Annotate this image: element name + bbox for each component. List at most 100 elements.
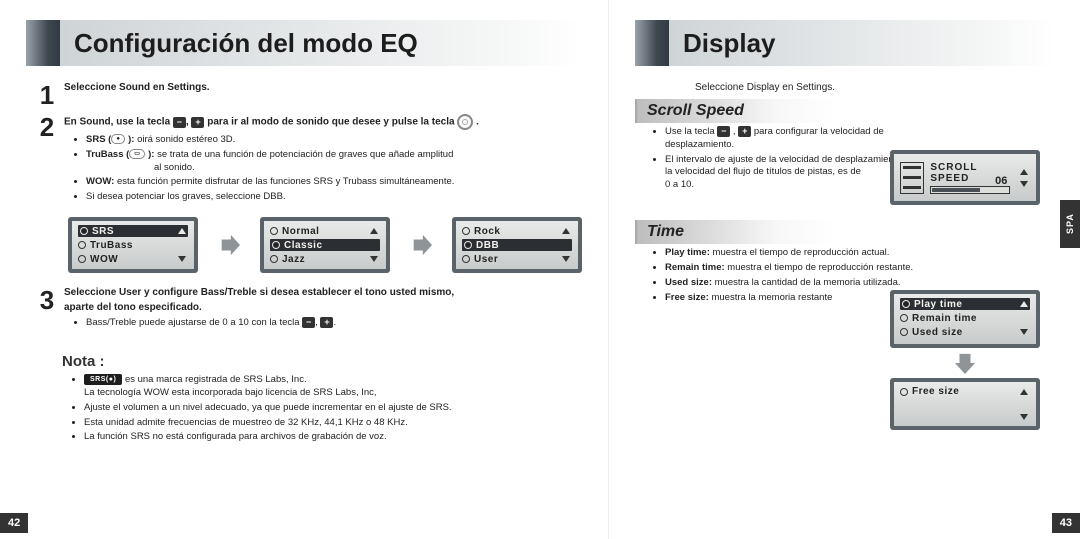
page-43: Display Seleccione Display en Settings. …	[609, 0, 1080, 539]
page-title-right: Display	[669, 20, 1054, 66]
radio-on-icon	[272, 241, 280, 249]
down-arrow-icon	[370, 256, 378, 262]
down-arrow-icon	[1020, 181, 1028, 187]
lcd-row-trubass: TruBass	[78, 239, 188, 251]
step-1-text: Seleccione Sound en Settings.	[64, 82, 582, 93]
lcd-row-playtime: Play time	[900, 298, 1030, 310]
lcd-group-2: Normal Classic Jazz	[260, 217, 390, 273]
lcd-time-2: Free size	[890, 378, 1040, 430]
scroll-bullet-1: Use la tecla − , + para configurar la ve…	[665, 126, 953, 152]
radio-icon	[900, 314, 908, 322]
scroll-speed-heading: Scroll Speed	[635, 99, 835, 123]
up-arrow-icon	[1020, 169, 1028, 175]
minus-icon: −	[717, 126, 730, 137]
bullet-trubass: TruBass (▭ ): se trata de una función de…	[86, 149, 582, 175]
scroll-speed-mini-icon	[900, 162, 924, 194]
plus-icon: +	[738, 126, 751, 137]
radio-icon	[270, 227, 278, 235]
step-2-text: En Sound, use la tecla −, + para ir al m…	[64, 114, 582, 130]
step-3-text-line1: Seleccione User y configure Bass/Treble …	[64, 287, 582, 298]
down-arrow-icon	[178, 256, 186, 262]
bullet-dbb: Si desea potenciar los graves, seleccion…	[86, 191, 582, 204]
lcd-time-1: Play time Remain time Used size	[890, 290, 1040, 348]
time-bullet-play: Play time: muestra el tiempo de reproduc…	[665, 247, 963, 260]
scroll-speed-value: 06	[995, 175, 1007, 187]
lcd-row-freesize: Free size	[900, 386, 1030, 397]
plus-icon: +	[191, 117, 204, 128]
radio-on-icon	[80, 227, 88, 235]
arrow-right-icon	[408, 232, 434, 258]
lcd-scroll-speed: SCROLL SPEED 06	[890, 150, 1040, 205]
radio-on-icon	[464, 241, 472, 249]
down-arrow-icon	[1020, 329, 1028, 335]
lcd-group-3: Rock DBB User	[452, 217, 582, 273]
scroll-speed-bar: 06	[930, 186, 1010, 194]
radio-icon	[270, 255, 278, 263]
down-arrow-icon	[1020, 414, 1028, 420]
trubass-pill-icon: ▭	[129, 149, 145, 159]
nota-item-2: Ajuste el volumen a un nivel adecuado, y…	[84, 402, 582, 415]
spa-language-tab: SPA	[1060, 200, 1080, 248]
step-2: 2 En Sound, use la tecla −, + para ir al…	[36, 114, 582, 207]
lcd-row-wow: WOW	[78, 253, 188, 265]
nota-item-4: La función SRS no está configurada para …	[84, 431, 582, 444]
up-arrow-icon	[562, 228, 570, 234]
up-arrow-icon	[370, 228, 378, 234]
up-arrow-icon	[1020, 389, 1028, 395]
nota-item-3: Esta unidad admite frecuencias de muestr…	[84, 417, 582, 430]
lcd-time-group: Play time Remain time Used size Free siz…	[890, 290, 1040, 430]
time-heading: Time	[635, 220, 835, 244]
arrow-right-icon	[216, 232, 242, 258]
radio-on-icon	[902, 300, 910, 308]
up-arrow-icon	[178, 228, 186, 234]
radio-icon	[900, 328, 908, 336]
step-2-bullets: SRS (● ): oirá sonido estéreo 3D. TruBas…	[74, 134, 582, 204]
jog-dial-icon	[457, 114, 473, 130]
radio-icon	[78, 255, 86, 263]
bullet-wow: WOW: esta función permite disfrutar de l…	[86, 176, 582, 189]
srs-pill-icon: ●	[111, 134, 125, 144]
lcd-row-rock: Rock	[462, 225, 572, 237]
nota-item-1: SRS(●) es una marca registrada de SRS La…	[84, 374, 582, 400]
arrow-down-icon	[954, 352, 976, 374]
step-number: 2	[36, 114, 58, 207]
step-3-text-line2: aparte del tono especificado.	[64, 302, 582, 313]
minus-icon: −	[302, 317, 315, 328]
eq-lcd-row: SRS TruBass WOW Normal Classic Jazz Rock…	[68, 217, 582, 273]
lcd-row-jazz: Jazz	[270, 253, 380, 265]
step-number: 3	[36, 287, 58, 333]
lcd-row-usedsize: Used size	[900, 326, 1030, 338]
time-bullet-remain: Remain time: muestra el tiempo de reprod…	[665, 262, 963, 275]
radio-icon	[78, 241, 86, 249]
lcd-row-remaintime: Remain time	[900, 312, 1030, 324]
lcd-group-1: SRS TruBass WOW	[68, 217, 198, 273]
bullet-bass-treble: Bass/Treble puede ajustarse de 0 a 10 co…	[86, 317, 582, 330]
minus-icon: −	[173, 117, 186, 128]
radio-icon	[900, 388, 908, 396]
lcd-row-normal: Normal	[270, 225, 380, 237]
title-banner-display: Display	[635, 20, 1054, 66]
radio-icon	[462, 255, 470, 263]
step-3: 3 Seleccione User y configure Bass/Trebl…	[36, 287, 582, 333]
page-number-left: 42	[0, 513, 28, 533]
plus-icon: +	[320, 317, 333, 328]
lcd-row-user: User	[462, 253, 572, 265]
lcd-row-classic: Classic	[270, 239, 380, 251]
page-42: Configuración del modo EQ 1 Seleccione S…	[0, 0, 609, 539]
step-number: 1	[36, 82, 58, 108]
down-arrow-icon	[562, 256, 570, 262]
lcd-row-dbb: DBB	[462, 239, 572, 251]
time-bullet-used: Used size: muestra la cantidad de la mem…	[665, 277, 963, 290]
nota-list: SRS(●) es una marca registrada de SRS La…	[72, 374, 582, 444]
step-1: 1 Seleccione Sound en Settings.	[36, 82, 582, 108]
bullet-srs: SRS (● ): oirá sonido estéreo 3D.	[86, 134, 582, 147]
display-intro: Seleccione Display en Settings.	[695, 82, 1054, 93]
nota-heading: Nota :	[62, 353, 582, 370]
lcd-row-srs: SRS	[78, 225, 188, 237]
page-title-left: Configuración del modo EQ	[60, 20, 582, 66]
up-arrow-icon	[1020, 301, 1028, 307]
page-number-right: 43	[1052, 513, 1080, 533]
title-banner-eq: Configuración del modo EQ	[26, 20, 582, 66]
srs-logo-icon: SRS(●)	[84, 374, 122, 385]
radio-icon	[462, 227, 470, 235]
